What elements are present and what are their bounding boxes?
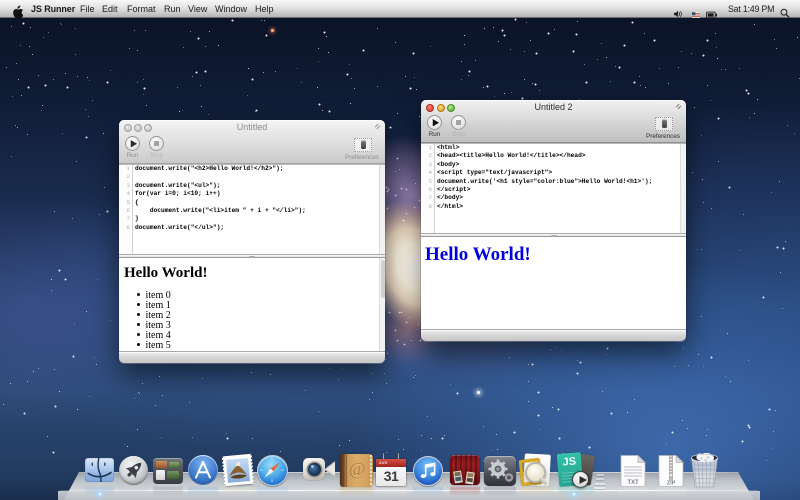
svg-text:ZIP: ZIP (667, 481, 676, 487)
svg-text:TXT: TXT (627, 480, 639, 486)
